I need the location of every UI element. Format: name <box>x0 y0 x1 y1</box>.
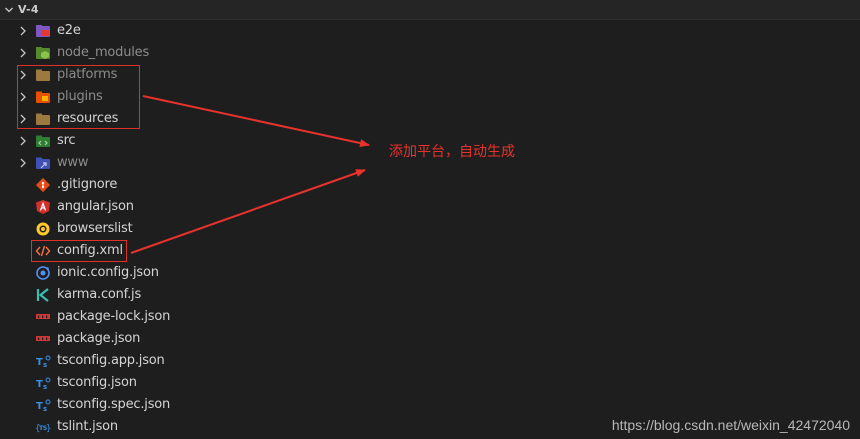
arrow-from-folders <box>142 95 370 148</box>
annotation-arrows <box>130 95 370 254</box>
arrow-from-config-xml <box>130 169 366 254</box>
annotation-label: 添加平台，自动生成 <box>389 144 515 160</box>
watermark-url: https://blog.csdn.net/weixin_42472040 <box>611 417 850 433</box>
